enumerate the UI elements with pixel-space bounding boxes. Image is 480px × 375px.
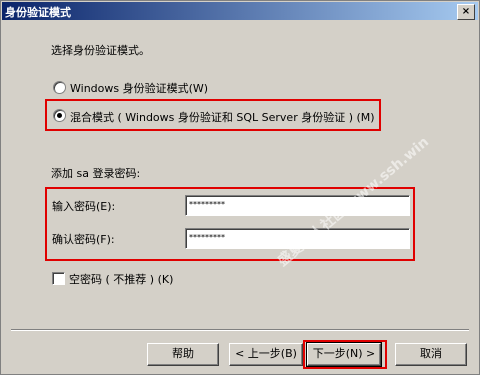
prompt-text: 选择身份验证模式。 (51, 44, 150, 57)
password-label: 输入密码(E): (52, 200, 116, 213)
radio-mixed-mode[interactable] (53, 109, 66, 122)
radio-mixed-mode-label[interactable]: 混合模式 ( Windows 身份验证和 SQL Server 身份验证 ) (… (70, 109, 375, 125)
title-bar: 身份验证模式 × (2, 2, 478, 20)
confirm-password-label: 确认密码(F): (52, 233, 115, 246)
radio-dot (57, 113, 62, 118)
help-button[interactable]: 帮助 (147, 343, 219, 366)
separator (11, 329, 469, 331)
back-button[interactable]: < 上一步(B) (229, 343, 303, 366)
next-button[interactable]: 下一步(N) > (306, 342, 382, 367)
window-title: 身份验证模式 (5, 6, 71, 19)
radio-windows-auth[interactable] (53, 81, 66, 94)
cancel-button[interactable]: 取消 (395, 343, 467, 366)
sa-heading: 添加 sa 登录密码: (51, 167, 141, 180)
blank-password-checkbox[interactable] (52, 272, 65, 285)
password-field[interactable]: ********* (185, 195, 410, 216)
blank-password-label[interactable]: 空密码 ( 不推荐 ) (K) (69, 271, 173, 287)
close-button[interactable]: × (457, 4, 475, 20)
radio-windows-auth-label[interactable]: Windows 身份验证模式(W) (70, 80, 208, 96)
setup-dialog: 身份验证模式 × 选择身份验证模式。 Windows 身份验证模式(W) 混合模… (0, 0, 480, 375)
